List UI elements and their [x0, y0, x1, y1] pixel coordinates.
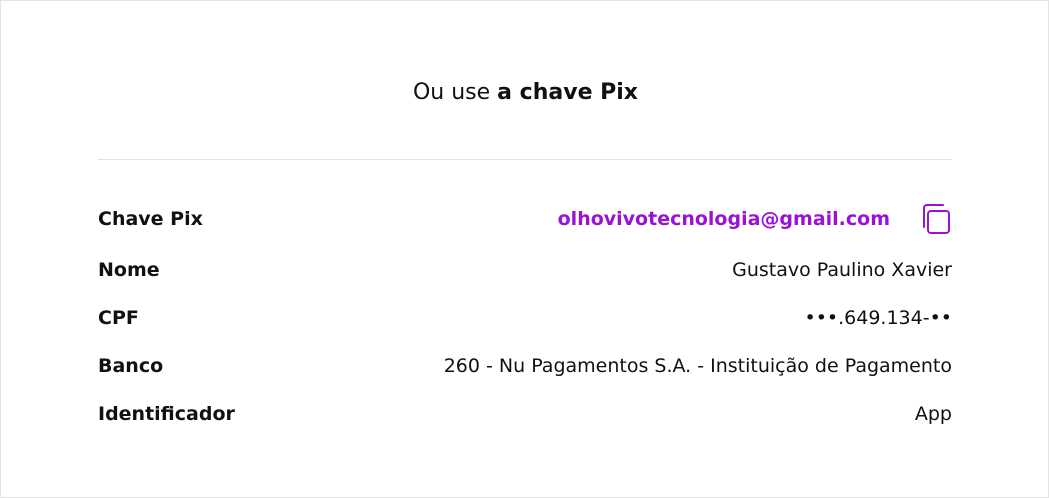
- pix-key-value[interactable]: olhovivotecnologia@gmail.com: [558, 208, 890, 230]
- copy-icon: [923, 204, 950, 234]
- name-label: Nome: [98, 259, 160, 281]
- name-row: Nome Gustavo Paulino Xavier: [98, 255, 952, 285]
- section-title: Ou use a chave Pix: [1, 77, 1049, 109]
- copy-button[interactable]: [918, 202, 952, 236]
- identifier-value: App: [914, 403, 952, 425]
- cpf-label: CPF: [98, 307, 139, 329]
- divider: [98, 159, 952, 160]
- cpf-row: CPF •••.649.134-••: [98, 303, 952, 333]
- bank-label: Banco: [98, 355, 164, 377]
- pix-key-label: Chave Pix: [98, 208, 203, 230]
- bank-value: 260 - Nu Pagamentos S.A. - Instituição d…: [443, 355, 952, 377]
- pix-panel: Ou use a chave Pix Chave Pix olhovivotec…: [0, 0, 1049, 498]
- pix-key-row: Chave Pix olhovivotecnologia@gmail.com: [98, 204, 952, 234]
- title-emphasis: a chave Pix: [497, 80, 639, 105]
- bank-row: Banco 260 - Nu Pagamentos S.A. - Institu…: [98, 351, 952, 381]
- identifier-label: Identificador: [98, 403, 235, 425]
- name-value: Gustavo Paulino Xavier: [732, 259, 952, 281]
- identifier-row: Identificador App: [98, 399, 952, 429]
- pix-key-value-group: olhovivotecnologia@gmail.com: [558, 202, 952, 236]
- title-prefix: Ou use: [412, 80, 491, 105]
- cpf-value: •••.649.134-••: [804, 307, 952, 329]
